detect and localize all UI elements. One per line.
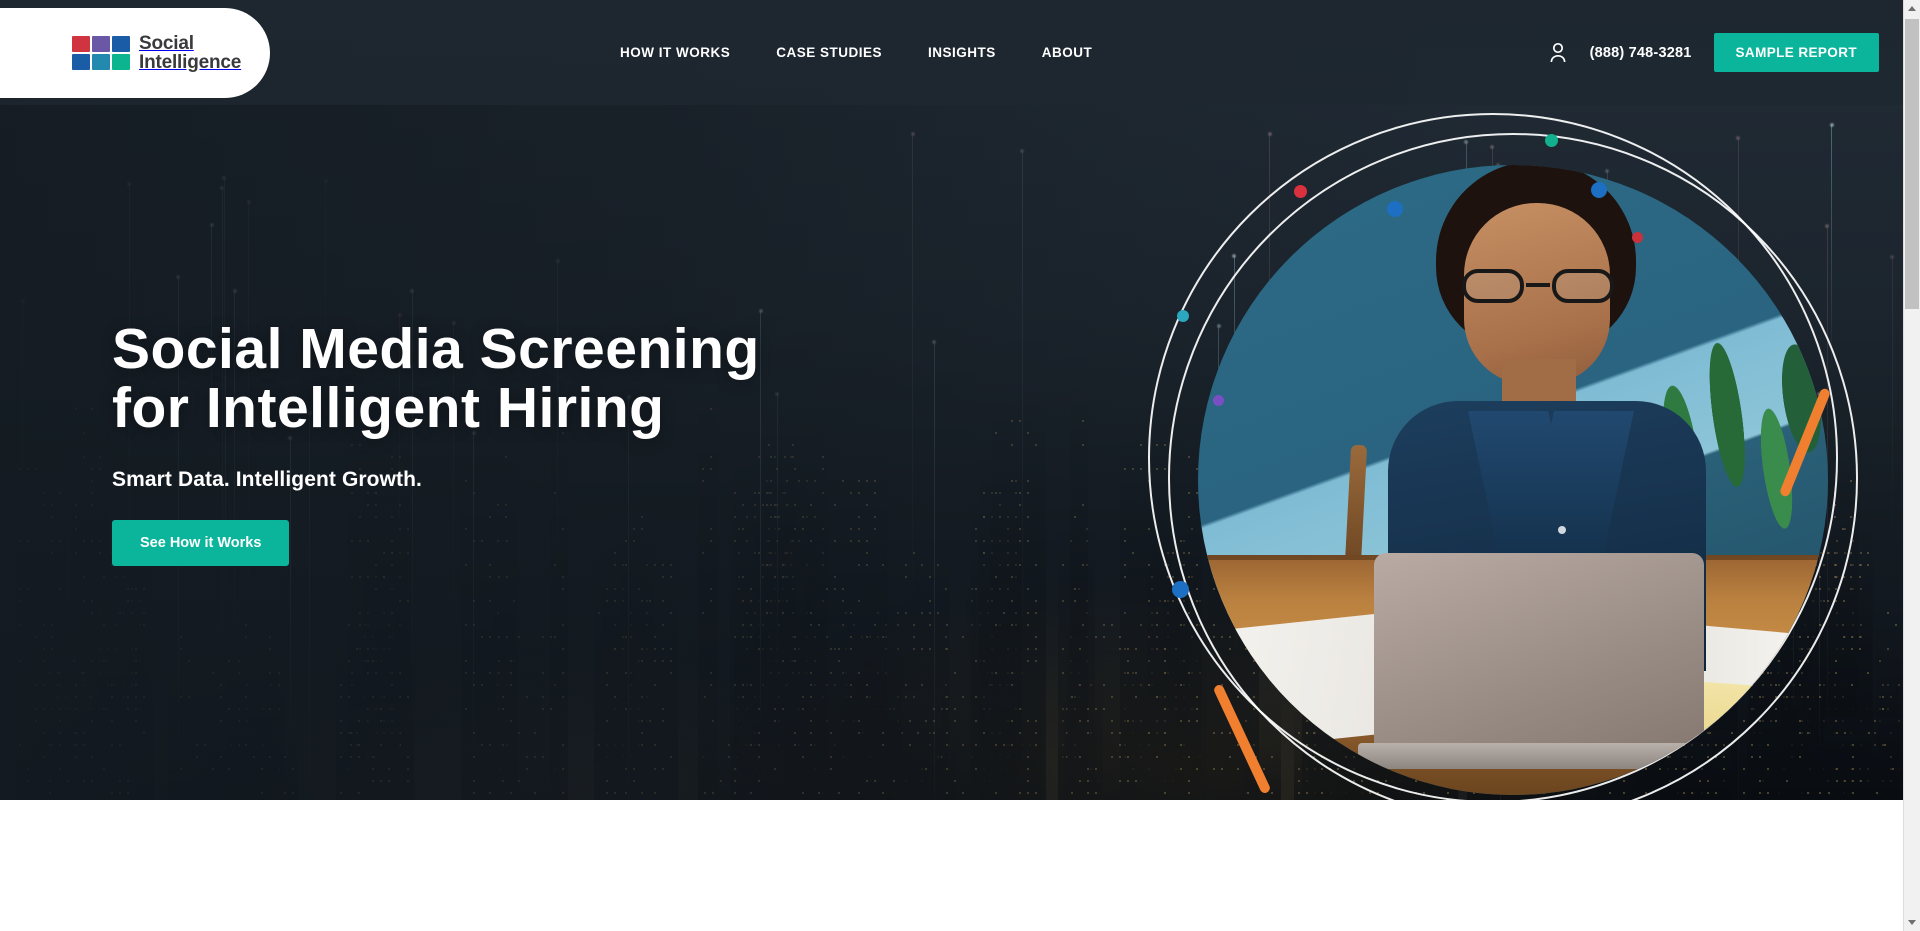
page-viewport: Social Media Screening for Intelligent H… <box>0 0 1903 931</box>
scrollbar-thumb[interactable] <box>1905 19 1919 309</box>
hero-section: Social Media Screening for Intelligent H… <box>0 0 1903 800</box>
sample-report-button[interactable]: SAMPLE REPORT <box>1713 33 1879 72</box>
phone-link[interactable]: (888) 748-3281 <box>1590 45 1692 61</box>
dot-blue-3 <box>1172 581 1189 598</box>
primary-navigation: HOW IT WORKS CASE STUDIES INSIGHTS ABOUT <box>620 0 1092 105</box>
account-link[interactable] <box>1548 42 1568 63</box>
header-actions: (888) 748-3281 SAMPLE REPORT <box>1548 0 1879 105</box>
site-header: Social Intelligence HOW IT WORKS CASE ST… <box>0 0 1903 105</box>
nav-item-how-it-works[interactable]: HOW IT WORKS <box>620 45 730 60</box>
logo-line-2: Intelligence <box>139 52 242 73</box>
dot-red <box>1294 185 1307 198</box>
hero-circular-graphic <box>1140 105 1903 800</box>
nav-item-about[interactable]: ABOUT <box>1042 45 1093 60</box>
dot-blue-2 <box>1591 182 1607 198</box>
logo-tile-1 <box>72 36 90 52</box>
logo-tile-3 <box>112 36 130 52</box>
nav-item-case-studies[interactable]: CASE STUDIES <box>776 45 882 60</box>
dot-cyan <box>1177 310 1189 322</box>
page-title: Social Media Screening for Intelligent H… <box>112 320 760 438</box>
vertical-scrollbar[interactable] <box>1903 0 1920 931</box>
dot-teal <box>1545 134 1558 147</box>
hero-title-line-2: for Intelligent Hiring <box>112 376 665 440</box>
dot-purple <box>1213 395 1224 406</box>
glasses-icon <box>1460 269 1616 303</box>
logo-tile-6 <box>112 54 130 70</box>
shirt-button <box>1558 526 1566 534</box>
logo-wordmark: Social Intelligence <box>139 34 241 72</box>
logo-line-1: Social <box>139 33 194 54</box>
hero-subtitle: Smart Data. Intelligent Growth. <box>112 468 422 491</box>
hero-portrait-image <box>1198 165 1828 795</box>
laptop-lid <box>1374 553 1704 749</box>
scroll-down-button[interactable] <box>1904 914 1920 931</box>
nav-item-insights[interactable]: INSIGHTS <box>928 45 996 60</box>
hero-copy: Social Media Screening for Intelligent H… <box>112 320 760 566</box>
logo-tile-4 <box>72 54 90 70</box>
dot-blue <box>1387 201 1403 217</box>
logo-tile-2 <box>92 36 110 52</box>
logo-home-link[interactable]: Social Intelligence <box>0 8 270 98</box>
laptop-base <box>1358 743 1718 769</box>
dot-red-2 <box>1632 232 1643 243</box>
logo-tile-5 <box>92 54 110 70</box>
hero-title-line-1: Social Media Screening <box>112 317 760 381</box>
logo-mark-icon <box>72 36 130 70</box>
scroll-up-button[interactable] <box>1904 0 1920 17</box>
see-how-it-works-button[interactable]: See How it Works <box>112 520 290 566</box>
user-icon <box>1550 42 1566 63</box>
